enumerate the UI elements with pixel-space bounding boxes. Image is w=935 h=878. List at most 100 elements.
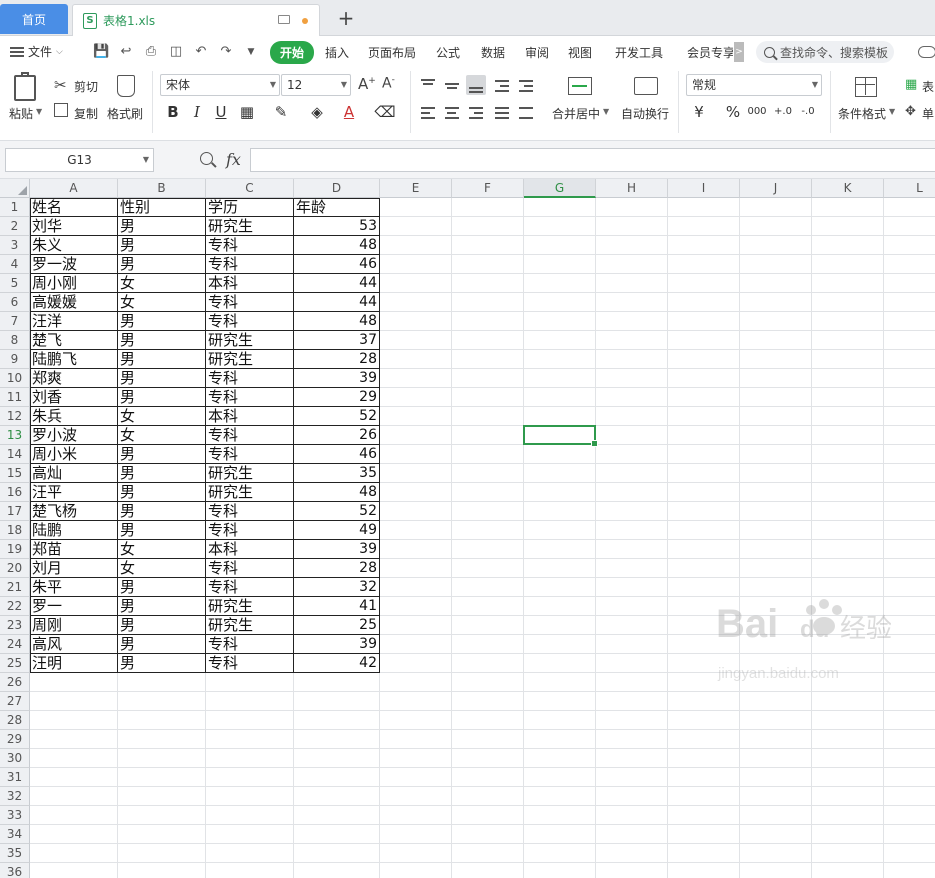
table-cell[interactable]: 男	[118, 369, 206, 388]
font-color-button[interactable]: A	[338, 101, 360, 123]
select-all-corner[interactable]	[0, 179, 30, 198]
fill-color-icon[interactable]: ◈	[306, 101, 328, 123]
menu-more-button[interactable]: >	[734, 42, 744, 62]
table-cell[interactable]: 郑苗	[30, 540, 118, 559]
row-header-18[interactable]: 18	[0, 521, 30, 540]
cut-button[interactable]: 剪切	[74, 78, 98, 95]
row-header-10[interactable]: 10	[0, 369, 30, 388]
table-cell[interactable]: 研究生	[206, 483, 294, 502]
menu-tab-formula[interactable]: 公式	[436, 44, 460, 61]
table-cell[interactable]: 罗一波	[30, 255, 118, 274]
table-cell[interactable]: 朱义	[30, 236, 118, 255]
table-cell[interactable]: 研究生	[206, 350, 294, 369]
row-header-1[interactable]: 1	[0, 198, 30, 217]
table-cell[interactable]: 46	[294, 445, 380, 464]
print-preview-icon[interactable]: ◫	[168, 44, 184, 60]
row-header-32[interactable]: 32	[0, 787, 30, 806]
table-cell[interactable]: 男	[118, 483, 206, 502]
row-header-5[interactable]: 5	[0, 274, 30, 293]
table-cell[interactable]: 专科	[206, 521, 294, 540]
table-cell[interactable]: 26	[294, 426, 380, 445]
formula-input[interactable]	[250, 148, 935, 172]
table-cell[interactable]: 女	[118, 540, 206, 559]
font-name-select[interactable]: 宋体 ▼	[160, 74, 280, 96]
table-style-button[interactable]: 表	[922, 78, 934, 95]
row-header-8[interactable]: 8	[0, 331, 30, 350]
row-header-36[interactable]: 36	[0, 863, 30, 878]
undo-icon[interactable]: ↶	[193, 44, 209, 60]
table-cell[interactable]: 男	[118, 236, 206, 255]
table-cell[interactable]: 男	[118, 654, 206, 673]
file-menu-button[interactable]: 文件 ⌵	[10, 43, 63, 60]
increase-indent-icon[interactable]	[516, 75, 536, 95]
table-cell[interactable]: 楚飞杨	[30, 502, 118, 521]
table-cell[interactable]: 专科	[206, 369, 294, 388]
table-cell[interactable]: 28	[294, 350, 380, 369]
table-cell[interactable]: 罗一	[30, 597, 118, 616]
percent-button[interactable]: %	[722, 101, 744, 123]
row-header-24[interactable]: 24	[0, 635, 30, 654]
font-size-select[interactable]: 12 ▼	[281, 74, 351, 96]
table-cell[interactable]: 罗小波	[30, 426, 118, 445]
zoom-icon[interactable]	[200, 152, 213, 165]
row-header-15[interactable]: 15	[0, 464, 30, 483]
menu-tab-view[interactable]: 视图	[568, 44, 592, 61]
table-cell[interactable]: 39	[294, 635, 380, 654]
row-header-12[interactable]: 12	[0, 407, 30, 426]
align-right-icon[interactable]	[466, 103, 486, 123]
menu-tab-start[interactable]: 开始	[270, 41, 315, 64]
table-cell[interactable]: 女	[118, 293, 206, 312]
table-cell[interactable]: 专科	[206, 426, 294, 445]
row-header-7[interactable]: 7	[0, 312, 30, 331]
table-cell[interactable]: 男	[118, 578, 206, 597]
table-cell[interactable]: 周小米	[30, 445, 118, 464]
column-header-a[interactable]: A	[30, 179, 118, 198]
table-cell[interactable]: 专科	[206, 502, 294, 521]
row-header-34[interactable]: 34	[0, 825, 30, 844]
strikethrough-icon[interactable]: ✎	[270, 101, 292, 123]
table-cell[interactable]: 44	[294, 293, 380, 312]
clear-format-icon[interactable]: ⌫	[374, 101, 396, 123]
selected-cell-g13[interactable]	[523, 425, 598, 447]
cloud-icon[interactable]	[918, 46, 935, 58]
table-cell[interactable]: 高媛媛	[30, 293, 118, 312]
row-header-3[interactable]: 3	[0, 236, 30, 255]
row-header-35[interactable]: 35	[0, 844, 30, 863]
table-cell[interactable]: 48	[294, 483, 380, 502]
underline-button[interactable]: U	[210, 101, 232, 123]
cell-style-button[interactable]: 单	[922, 105, 934, 122]
row-header-21[interactable]: 21	[0, 578, 30, 597]
row-header-33[interactable]: 33	[0, 806, 30, 825]
chevron-down-icon[interactable]: ▼	[889, 107, 895, 116]
distribute-icon[interactable]	[516, 103, 536, 123]
row-header-25[interactable]: 25	[0, 654, 30, 673]
table-cell[interactable]: 女	[118, 559, 206, 578]
decrease-font-icon[interactable]: A-	[382, 75, 395, 92]
table-header-cell[interactable]: 学历	[206, 198, 294, 217]
row-header-30[interactable]: 30	[0, 749, 30, 768]
table-cell[interactable]: 35	[294, 464, 380, 483]
new-tab-button[interactable]: +	[336, 6, 356, 30]
menu-tab-review[interactable]: 审阅	[525, 44, 549, 61]
table-cell[interactable]: 41	[294, 597, 380, 616]
menu-tab-page-layout[interactable]: 页面布局	[368, 44, 416, 61]
row-header-14[interactable]: 14	[0, 445, 30, 464]
row-header-16[interactable]: 16	[0, 483, 30, 502]
monitor-icon[interactable]	[278, 15, 290, 24]
table-cell[interactable]: 48	[294, 236, 380, 255]
table-header-cell[interactable]: 年龄	[294, 198, 380, 217]
row-header-22[interactable]: 22	[0, 597, 30, 616]
table-cell[interactable]: 男	[118, 597, 206, 616]
table-cell[interactable]: 本科	[206, 540, 294, 559]
table-cell[interactable]: 专科	[206, 236, 294, 255]
column-header-i[interactable]: I	[668, 179, 740, 198]
table-cell[interactable]: 刘月	[30, 559, 118, 578]
column-header-g[interactable]: G	[524, 179, 596, 198]
table-cell[interactable]: 刘华	[30, 217, 118, 236]
menu-tab-developer[interactable]: 开发工具	[615, 44, 663, 61]
paste-icon[interactable]	[14, 72, 36, 101]
bold-button[interactable]: B	[162, 101, 184, 123]
conditional-format-button[interactable]: 条件格式	[838, 105, 886, 122]
row-header-31[interactable]: 31	[0, 768, 30, 787]
table-cell[interactable]: 郑爽	[30, 369, 118, 388]
